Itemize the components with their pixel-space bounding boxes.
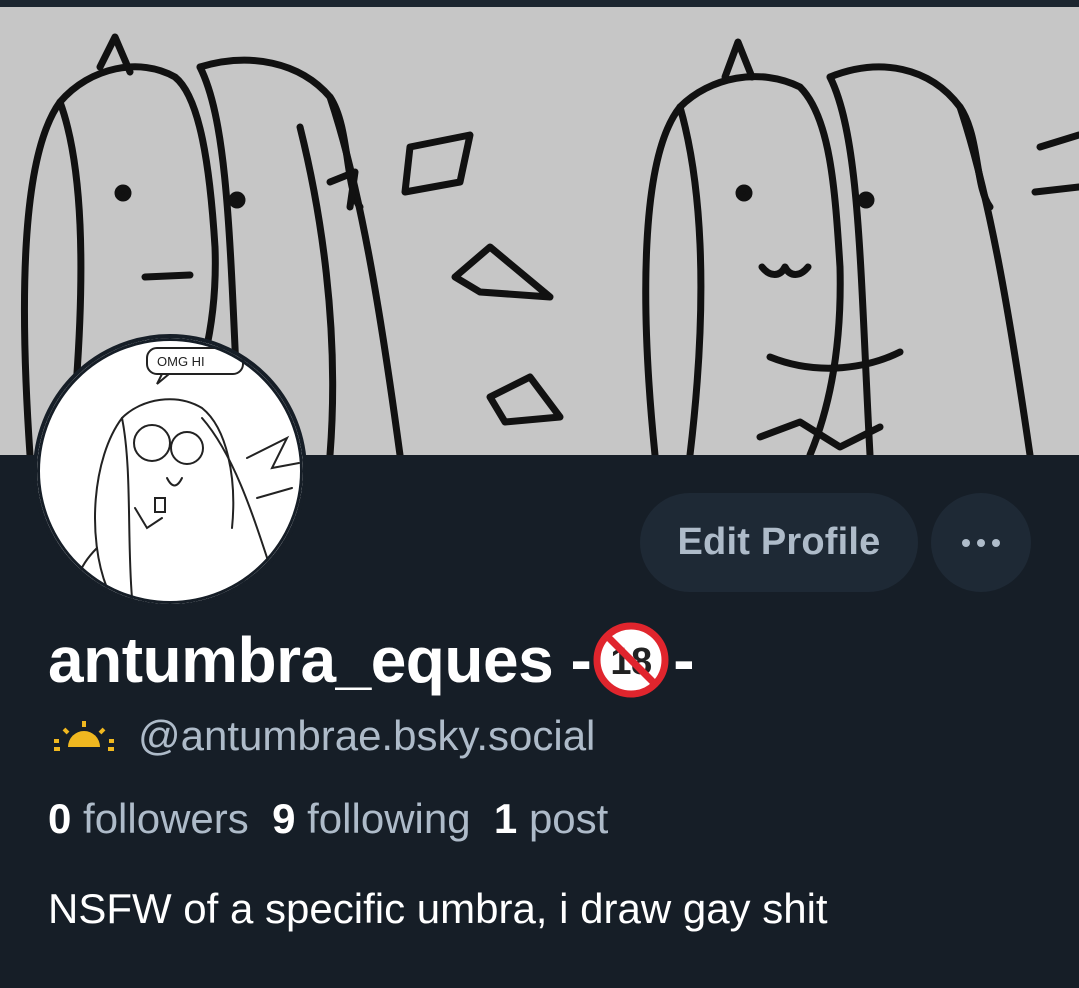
following-label: following [307, 795, 471, 842]
followers-link[interactable]: 0 followers [48, 795, 249, 842]
ellipsis-icon [962, 538, 1000, 547]
profile-stats: 0 followers 9 following 1 post [48, 795, 608, 843]
posts-count: 1 [493, 795, 518, 842]
no-under-18-icon: 18 [593, 622, 669, 698]
display-name: antumbra_eques - 18 - [48, 622, 695, 698]
following-link[interactable]: 9 following [272, 795, 470, 842]
avatar-border [37, 338, 303, 604]
followers-label: followers [83, 795, 249, 842]
sunrise-icon [54, 721, 114, 751]
following-count: 9 [272, 795, 296, 842]
posts-label: post [528, 795, 609, 842]
profile-handle: @antumbrae.bsky.social [138, 712, 596, 759]
display-name-text: antumbra_eques - [48, 624, 592, 696]
posts-stat: 1 post [494, 795, 608, 842]
handle-row: @antumbrae.bsky.social [50, 712, 595, 760]
followers-count: 0 [48, 795, 72, 842]
edit-profile-button[interactable]: Edit Profile [640, 493, 918, 592]
top-strip [0, 0, 1079, 7]
profile-bio: NSFW of a specific umbra, i draw gay shi… [48, 885, 828, 932]
profile-avatar[interactable]: OMG HI [33, 334, 307, 608]
display-name-suffix: - [673, 624, 695, 696]
more-options-button[interactable] [931, 493, 1031, 592]
